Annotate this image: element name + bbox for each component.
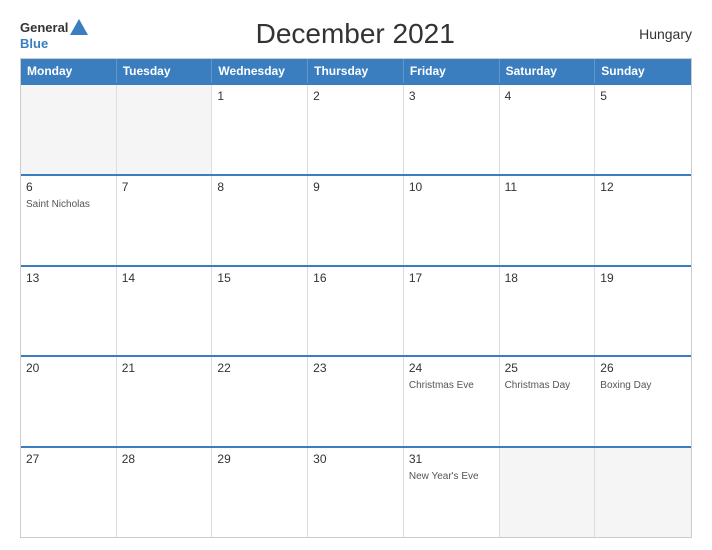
calendar-cell: [117, 85, 213, 174]
calendar-cell: 23: [308, 357, 404, 446]
day-number: 12: [600, 180, 686, 194]
calendar-cell: [500, 448, 596, 537]
day-number: 13: [26, 271, 111, 285]
calendar-page: General Blue December 2021 Hungary Monda…: [0, 0, 712, 550]
calendar-cell: 27: [21, 448, 117, 537]
calendar-cell: 14: [117, 267, 213, 356]
day-number: 15: [217, 271, 302, 285]
day-header-sunday: Sunday: [595, 59, 691, 83]
day-number: 10: [409, 180, 494, 194]
logo-blue-text: Blue: [20, 37, 48, 50]
day-number: 19: [600, 271, 686, 285]
day-number: 5: [600, 89, 686, 103]
calendar-cell: 24 Christmas Eve: [404, 357, 500, 446]
calendar-week-5: 27 28 29 30 31 New Year's Eve: [21, 446, 691, 537]
calendar-cell: 4: [500, 85, 596, 174]
holiday-label: Boxing Day: [600, 379, 686, 392]
day-number: 20: [26, 361, 111, 375]
calendar-cell: 2: [308, 85, 404, 174]
logo-general-text: General: [20, 21, 68, 34]
day-number: 28: [122, 452, 207, 466]
calendar-week-1: 12345: [21, 83, 691, 174]
day-number: 30: [313, 452, 398, 466]
day-number: 14: [122, 271, 207, 285]
calendar-cell: 26 Boxing Day: [595, 357, 691, 446]
day-number: 21: [122, 361, 207, 375]
day-header-wednesday: Wednesday: [212, 59, 308, 83]
day-number: 29: [217, 452, 302, 466]
day-number: 16: [313, 271, 398, 285]
day-number: 3: [409, 89, 494, 103]
day-number: 1: [217, 89, 302, 103]
calendar-cell: 16: [308, 267, 404, 356]
calendar-cell: 22: [212, 357, 308, 446]
day-number: 26: [600, 361, 686, 375]
logo-line1: General: [20, 19, 88, 37]
calendar-cell: 29: [212, 448, 308, 537]
calendar-week-4: 20 21 22 23 24 Christmas Eve 25 Christmas Day 26…: [21, 355, 691, 446]
day-number: 6: [26, 180, 111, 194]
calendar-cell: 21: [117, 357, 213, 446]
logo-triangle-icon: [70, 19, 88, 35]
calendar-cell: 20: [21, 357, 117, 446]
calendar-cell: 18: [500, 267, 596, 356]
day-header-friday: Friday: [404, 59, 500, 83]
calendar-cell: 7: [117, 176, 213, 265]
calendar-cell: 11: [500, 176, 596, 265]
calendar-body: 123456Saint Nicholas78910111213141516171…: [21, 83, 691, 537]
day-number: 2: [313, 89, 398, 103]
calendar-cell: 8: [212, 176, 308, 265]
calendar-cell: 3: [404, 85, 500, 174]
day-number: 18: [505, 271, 590, 285]
country-label: Hungary: [622, 26, 692, 42]
logo: General Blue: [20, 19, 88, 50]
calendar-cell: 25 Christmas Day: [500, 357, 596, 446]
logo-block: General Blue: [20, 19, 88, 50]
calendar-cell: 5: [595, 85, 691, 174]
calendar-cell: 31 New Year's Eve: [404, 448, 500, 537]
holiday-label: Saint Nicholas: [26, 198, 111, 211]
holiday-label: Christmas Day: [505, 379, 590, 392]
calendar-title: December 2021: [88, 18, 622, 50]
day-number: 4: [505, 89, 590, 103]
day-number: 17: [409, 271, 494, 285]
day-number: 7: [122, 180, 207, 194]
day-number: 23: [313, 361, 398, 375]
calendar-cell: 30: [308, 448, 404, 537]
calendar-week-3: 13 14 15 16 17 18 19: [21, 265, 691, 356]
day-header-saturday: Saturday: [500, 59, 596, 83]
calendar-cell: 15: [212, 267, 308, 356]
day-number: 9: [313, 180, 398, 194]
calendar-cell: 12: [595, 176, 691, 265]
day-header-thursday: Thursday: [308, 59, 404, 83]
holiday-label: Christmas Eve: [409, 379, 494, 392]
calendar-cell: 17: [404, 267, 500, 356]
day-number: 11: [505, 180, 590, 194]
header: General Blue December 2021 Hungary: [20, 18, 692, 50]
day-number: 25: [505, 361, 590, 375]
calendar-cell: 6 Saint Nicholas: [21, 176, 117, 265]
day-number: 24: [409, 361, 494, 375]
day-header-monday: Monday: [21, 59, 117, 83]
day-header-tuesday: Tuesday: [117, 59, 213, 83]
calendar-cell: 19: [595, 267, 691, 356]
calendar-week-2: 6 Saint Nicholas 789 10 11 12: [21, 174, 691, 265]
calendar-cell: 9: [308, 176, 404, 265]
calendar-cell: 28: [117, 448, 213, 537]
calendar-cell: [21, 85, 117, 174]
calendar-cell: [595, 448, 691, 537]
day-number: 27: [26, 452, 111, 466]
day-number: 22: [217, 361, 302, 375]
holiday-label: New Year's Eve: [409, 470, 494, 483]
day-number: 31: [409, 452, 494, 466]
calendar-grid: MondayTuesdayWednesdayThursdayFridaySatu…: [20, 58, 692, 538]
calendar-header-row: MondayTuesdayWednesdayThursdayFridaySatu…: [21, 59, 691, 83]
calendar-cell: 1: [212, 85, 308, 174]
calendar-cell: 10: [404, 176, 500, 265]
day-number: 8: [217, 180, 302, 194]
calendar-cell: 13: [21, 267, 117, 356]
